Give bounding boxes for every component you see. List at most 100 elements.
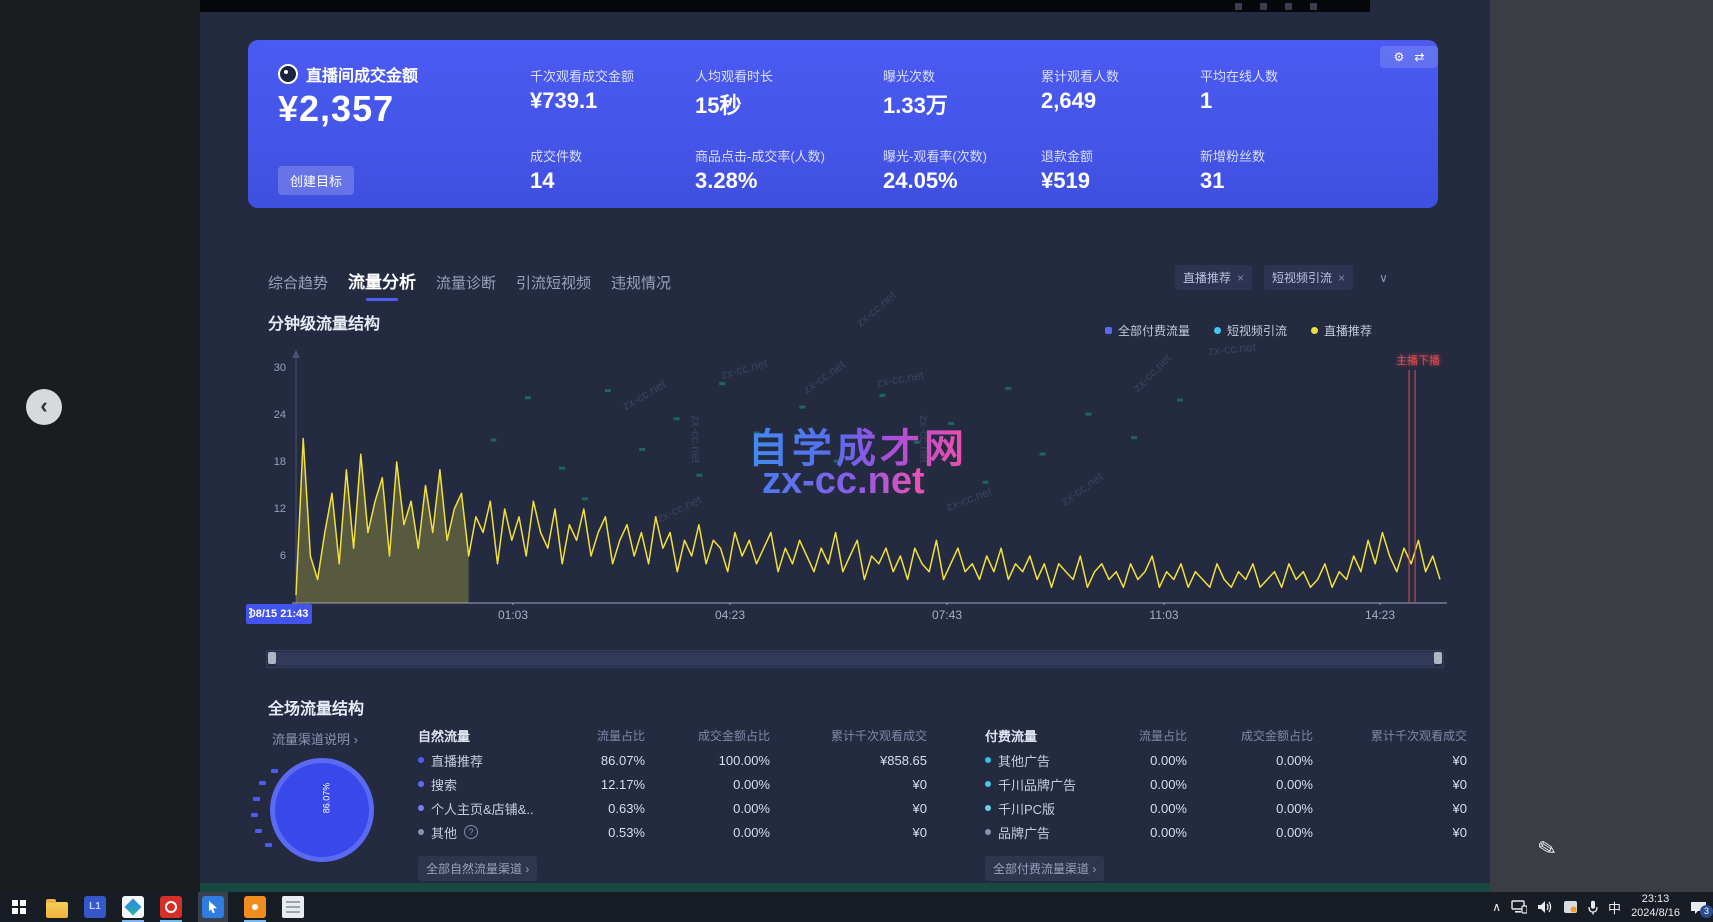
cursor-app-icon[interactable] [202, 896, 224, 918]
metric-value: 24.05% [883, 168, 958, 194]
gear-icon[interactable]: ⚙ [1394, 50, 1405, 64]
gmv-value: ¥2,357 [278, 88, 394, 130]
col-header: 流量占比 [560, 727, 645, 744]
tray-date: 2024/8/16 [1631, 907, 1680, 919]
tab-violations[interactable]: 违规情况 [611, 272, 671, 293]
tab-short-video[interactable]: 引流短视频 [516, 272, 591, 293]
col-header: 累计千次观看成交 [770, 727, 927, 744]
metric-label: 人均观看时长 [695, 66, 773, 85]
timeline-range-slider[interactable] [266, 650, 1444, 668]
filter-tagbar: 直播推荐× 短视频引流× ∨ [1175, 265, 1388, 290]
close-icon[interactable]: × [1338, 271, 1345, 285]
y-tick: 12 [260, 503, 286, 515]
snip-tool-icon[interactable] [1563, 900, 1578, 914]
metric-value: 14 [530, 168, 554, 194]
file-explorer-icon[interactable] [46, 902, 68, 918]
start-button[interactable] [12, 900, 26, 914]
chevron-down-icon[interactable]: ∨ [1379, 271, 1388, 285]
topbar-icon [1260, 3, 1267, 10]
legend-short-video[interactable]: 短视频引流 [1214, 322, 1287, 339]
series-dot [985, 805, 991, 811]
col-header: 流量占比 [1115, 727, 1187, 744]
legend-paid-traffic[interactable]: 全部付费流量 [1105, 322, 1190, 339]
dashboard-video-frame: 直播间成交金额 ¥2,357 创建目标 ⚙ ⇄ 千次观看成交金额 ¥739.1 人… [200, 0, 1490, 892]
watermark-faint: zx-cc.net [853, 288, 899, 330]
paid-traffic-table: 付费流量 流量占比 成交金额占比 累计千次观看成交 其他广告 0.00% 0.0… [985, 722, 1467, 844]
notification-icon[interactable]: 3 [1690, 900, 1707, 915]
tab-traffic-analysis[interactable]: 流量分析 [348, 268, 416, 293]
channel-note-link[interactable]: 流量渠道说明 › [272, 729, 358, 748]
y-tick: 6 [260, 550, 286, 562]
metric-label: 千次观看成交金额 [530, 66, 634, 85]
browser-app-icon[interactable] [160, 896, 182, 918]
chart-legend: 全部付费流量 短视频引流 直播推荐 [1105, 322, 1372, 339]
legend-dot [1214, 327, 1221, 334]
info-icon[interactable]: ? [464, 825, 478, 839]
series-dot [985, 757, 991, 763]
metric-value: ¥519 [1041, 168, 1090, 194]
taskbar-apps: L1 [46, 892, 304, 922]
card-tools: ⚙ ⇄ [1380, 46, 1438, 68]
l1-app-icon[interactable]: L1 [84, 896, 106, 918]
tray-clock[interactable]: 23:13 2024/8/16 [1631, 893, 1680, 921]
notepad-app-icon[interactable] [282, 896, 304, 918]
legend-live-recommend[interactable]: 直播推荐 [1311, 322, 1372, 339]
tray-time: 23:13 [1642, 893, 1670, 905]
traffic-donut-chart[interactable]: 86.07% [270, 758, 374, 862]
utility-app-icon[interactable] [244, 896, 266, 918]
slider-right-handle[interactable] [1434, 652, 1442, 664]
media-app-icon[interactable] [122, 896, 144, 918]
active-app-highlight[interactable] [198, 892, 228, 922]
metric-value: 2,649 [1041, 88, 1096, 114]
traffic-structure-title: 全场流量结构 [268, 695, 364, 719]
create-goal-button[interactable]: 创建目标 [278, 166, 354, 195]
table-row: 品牌广告 0.00% 0.00% ¥0 [985, 820, 1467, 844]
x-tick: 07:43 [907, 608, 987, 622]
metric-label: 商品点击-成交率(人数) [695, 146, 825, 165]
filter-tag-live-recommend[interactable]: 直播推荐× [1175, 265, 1252, 290]
tab-traffic-diagnosis[interactable]: 流量诊断 [436, 272, 496, 293]
filter-tag-short-video[interactable]: 短视频引流× [1264, 265, 1353, 290]
speaker-icon[interactable] [1537, 900, 1553, 914]
swap-icon[interactable]: ⇄ [1414, 50, 1424, 64]
metric-label: 曝光-观看率(次数) [883, 146, 987, 165]
summary-card: 直播间成交金额 ¥2,357 创建目标 ⚙ ⇄ 千次观看成交金额 ¥739.1 人… [248, 40, 1438, 208]
donut-share-label: 86.07% [321, 783, 331, 814]
all-paid-channels-link[interactable]: 全部付费流量渠道 › [985, 856, 1104, 881]
donut-tick [259, 781, 266, 785]
donut-tick [255, 829, 262, 833]
slider-fill [276, 652, 1434, 666]
close-icon[interactable]: × [1237, 271, 1244, 285]
player-prev-button[interactable]: ‹ [26, 389, 62, 425]
x-tick: 04:23 [690, 608, 770, 622]
pencil-icon[interactable]: ✎ [1535, 834, 1558, 863]
tab-overall-trend[interactable]: 综合趋势 [268, 272, 328, 293]
all-natural-channels-link[interactable]: 全部自然流量渠道 › [418, 856, 537, 881]
network-icon[interactable] [1511, 900, 1527, 914]
slider-left-handle[interactable] [268, 652, 276, 664]
series-dot [418, 829, 424, 835]
watermark-site-url: zx-cc.net [762, 460, 925, 503]
metric-label: 退款金额 [1041, 146, 1093, 165]
legend-dot [1105, 327, 1112, 334]
col-header: 成交金额占比 [1187, 727, 1313, 744]
x-axis-start-handle[interactable]: 08/15 21:43 [246, 604, 312, 624]
topbar-icon [1310, 3, 1317, 10]
watermark-faint: zx-cc.net [689, 415, 703, 463]
metric-value: 15秒 [695, 88, 741, 120]
table-row: 千川PC版 0.00% 0.00% ¥0 [985, 796, 1467, 820]
metric-value: ¥739.1 [530, 88, 597, 114]
metric-value: 3.28% [695, 168, 757, 194]
series-dot [418, 781, 424, 787]
microphone-icon[interactable] [1588, 900, 1598, 915]
browser-top-strip [200, 0, 1370, 12]
ime-indicator[interactable]: 中 [1608, 898, 1621, 917]
metric-value: 1.33万 [883, 88, 948, 120]
card-title: 直播间成交金额 [306, 62, 418, 86]
y-tick: 30 [260, 362, 286, 374]
windows-taskbar: L1 ∧ 中 23:13 2024/8/16 3 [0, 892, 1713, 922]
table-row: 其他? 0.53% 0.00% ¥0 [418, 820, 927, 844]
natural-traffic-table: 自然流量 流量占比 成交金额占比 累计千次观看成交 直播推荐 86.07% 10… [418, 722, 927, 844]
chevron-up-icon[interactable]: ∧ [1492, 900, 1501, 914]
y-tick: 24 [260, 409, 286, 421]
